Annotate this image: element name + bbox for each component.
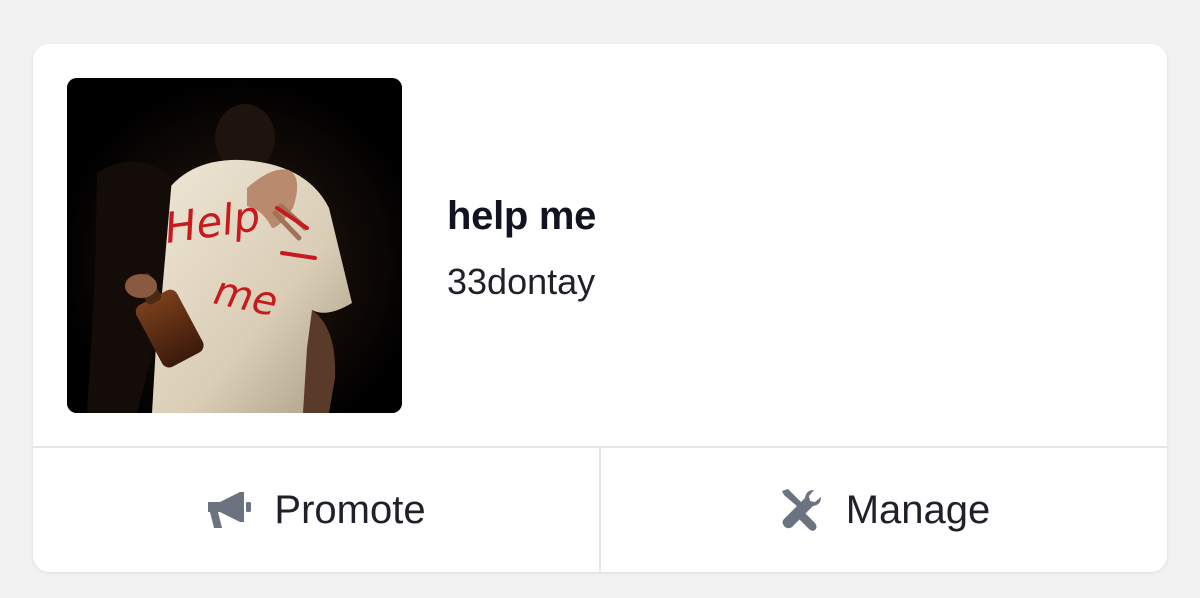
- manage-label: Manage: [845, 487, 991, 532]
- megaphone-icon: [206, 487, 252, 533]
- track-artist[interactable]: 33dontay: [447, 260, 596, 304]
- tools-icon: [778, 487, 824, 533]
- track-info-section: Help me help me 33dontay: [33, 44, 1167, 446]
- track-details: help me 33dontay: [447, 192, 596, 304]
- promote-button[interactable]: Promote: [33, 448, 599, 572]
- album-artwork[interactable]: Help me: [67, 78, 402, 413]
- track-title[interactable]: help me: [447, 192, 596, 240]
- track-card: Help me help me 33dontay Promote Manage: [33, 44, 1167, 572]
- manage-button[interactable]: Manage: [601, 448, 1167, 572]
- promote-label: Promote: [274, 487, 426, 532]
